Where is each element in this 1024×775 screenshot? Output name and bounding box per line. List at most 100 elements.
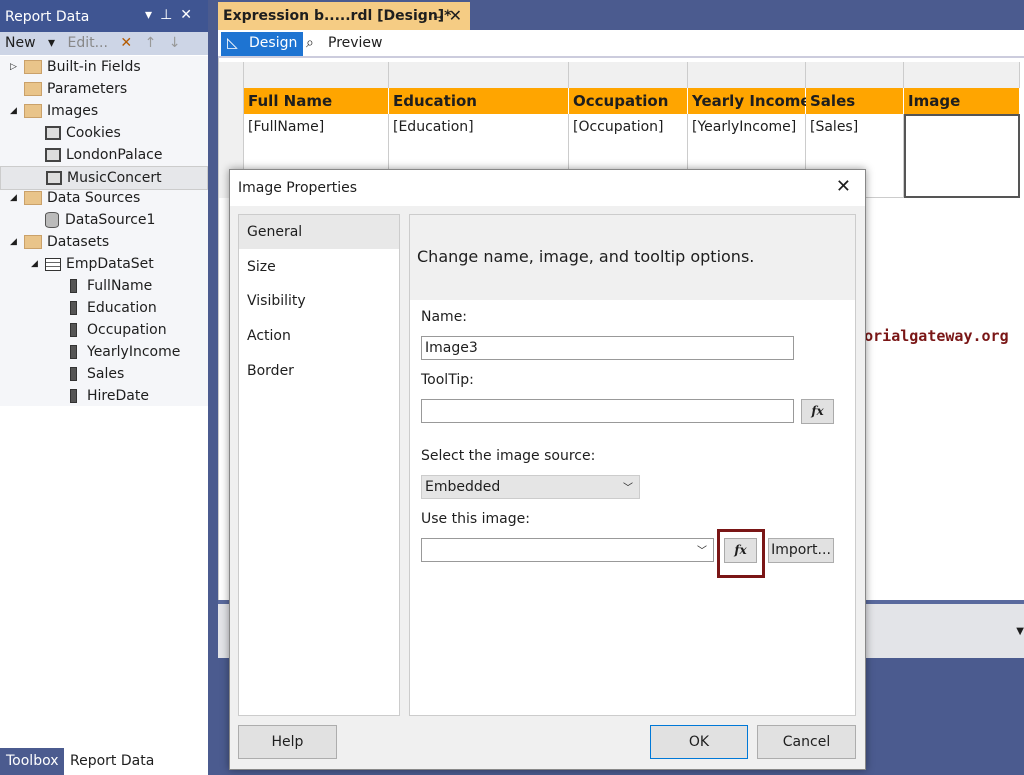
tooltip-expression-button[interactable]: fx	[801, 399, 834, 424]
new-button[interactable]: New ▾	[5, 35, 55, 51]
tree-item[interactable]: ◢ EmpDataSet	[31, 253, 154, 275]
tree-item-label: Datasets	[47, 234, 110, 251]
tree-item[interactable]: LondonPalace	[45, 144, 163, 166]
tab-preview[interactable]: ⌕ Preview	[300, 32, 389, 56]
tree-item[interactable]: DataSource1	[45, 209, 155, 231]
image-properties-dialog: Image Properties ✕ General Size Visibility A…	[229, 169, 866, 770]
tree-item[interactable]: FullName	[70, 275, 152, 297]
tree-item-label: MusicConcert	[67, 169, 162, 186]
column-handle[interactable]	[688, 62, 806, 88]
move-up-icon[interactable]: ↑	[145, 35, 157, 51]
panel-title-bar: Report Data ▾⊥✕	[0, 0, 208, 32]
header-cell[interactable]: Education	[389, 88, 569, 114]
folder-icon	[24, 235, 42, 250]
column-handle[interactable]	[806, 62, 904, 88]
move-down-icon[interactable]: ↓	[169, 35, 181, 51]
pin-icon[interactable]: ⊸	[433, 10, 443, 24]
report-data-panel: Report Data ▾⊥✕ New ▾ Edit... ✕ ↑ ↓ ▷ Buil…	[0, 0, 208, 775]
close-icon[interactable]: ✕	[836, 176, 851, 197]
header-cell[interactable]: Occupation	[569, 88, 688, 114]
folder-icon	[24, 81, 42, 96]
pane-header: Change name, image, and tooltip options.	[410, 215, 855, 300]
nav-item-visibility[interactable]: Visibility	[239, 284, 399, 318]
tree-item[interactable]: Sales	[70, 363, 124, 385]
cancel-button[interactable]: Cancel	[757, 725, 856, 759]
tab-report-data[interactable]: Report Data	[64, 748, 208, 775]
tree-item-label: YearlyIncome	[87, 343, 181, 360]
nav-item-size[interactable]: Size	[239, 250, 399, 284]
use-image-label: Use this image:	[421, 511, 530, 527]
tooltip-input[interactable]	[421, 399, 794, 423]
tree-item[interactable]: ◢ Data Sources	[10, 187, 140, 209]
tree-item-label: Education	[87, 299, 157, 316]
tree-item[interactable]: Occupation	[70, 319, 167, 341]
image-icon	[45, 147, 61, 162]
close-icon[interactable]: ✕	[180, 7, 200, 23]
panel-title: Report Data	[5, 9, 90, 25]
tree-item[interactable]: MusicConcert	[0, 165, 208, 190]
nav-item-border[interactable]: Border	[239, 354, 399, 388]
ok-button[interactable]: OK	[650, 725, 748, 759]
datasource-icon	[45, 212, 59, 229]
header-cell[interactable]: Full Name	[244, 88, 389, 114]
tree-item[interactable]: YearlyIncome	[70, 341, 180, 363]
tree-item[interactable]: Parameters	[24, 78, 127, 100]
close-tab-icon[interactable]: ✕	[449, 6, 462, 25]
source-label: Select the image source:	[421, 448, 596, 464]
header-cell[interactable]: Image	[904, 88, 1020, 114]
expander-icon[interactable]: ◢	[10, 193, 17, 203]
dropdown-icon[interactable]: ▾	[145, 7, 160, 23]
expander-icon[interactable]: ◢	[31, 259, 38, 269]
pin-icon[interactable]: ⊥	[160, 7, 180, 23]
tree-item[interactable]: HireDate	[70, 385, 149, 407]
column-handle[interactable]	[904, 62, 1020, 88]
tree-item-label: Images	[47, 102, 99, 119]
tree-item-label: DataSource1	[65, 212, 156, 229]
tree-item[interactable]: Cookies	[45, 122, 121, 144]
image-expression-button[interactable]: fx	[724, 538, 757, 563]
import-button[interactable]: Import...	[768, 538, 834, 563]
tree-item[interactable]: ◢ Datasets	[10, 231, 110, 253]
tree-item[interactable]: Education	[70, 297, 157, 319]
column-handle[interactable]	[569, 62, 688, 88]
nav-item-general[interactable]: General	[239, 215, 399, 249]
column-handle[interactable]	[389, 62, 569, 88]
folder-icon	[24, 60, 42, 74]
field-icon	[70, 279, 77, 293]
tree-item-label: Cookies	[66, 124, 121, 141]
tree-item[interactable]: ▷ Built-in Fields	[10, 56, 141, 78]
tree-item-label: HireDate	[87, 387, 149, 404]
chevron-down-icon: ﹀	[697, 546, 707, 557]
tab-toolbox[interactable]: Toolbox	[0, 748, 65, 775]
help-button[interactable]: Help	[238, 725, 337, 759]
tree-item-label: LondonPalace	[66, 146, 163, 163]
document-tab[interactable]: Expression b.....rdl [Design]* ⊸ ✕	[218, 2, 470, 30]
expander-icon[interactable]: ◢	[10, 106, 17, 116]
edit-button[interactable]: Edit...	[67, 35, 107, 51]
dialog-nav: General Size Visibility Action Border	[238, 214, 400, 716]
use-image-select[interactable]: ﹀	[421, 538, 714, 562]
folder-icon	[24, 103, 42, 118]
expander-icon[interactable]: ◢	[10, 237, 17, 247]
tree-item-label: FullName	[87, 278, 153, 294]
report-data-tree: ▷ Built-in Fields Parameters ◢ Images Cookies…	[0, 56, 208, 406]
expander-icon[interactable]: ▷	[10, 62, 17, 72]
image-source-select[interactable]: Embedded ﹀	[421, 475, 640, 499]
header-cell[interactable]: Yearly Income	[688, 88, 811, 114]
dropdown-icon[interactable]: ▼	[1016, 626, 1024, 637]
delete-icon[interactable]: ✕	[120, 35, 132, 51]
tree-item[interactable]: ◢ Images	[10, 100, 99, 122]
design-icon: ◺	[227, 35, 238, 51]
tree-item-label: Parameters	[47, 80, 128, 97]
nav-item-action[interactable]: Action	[239, 319, 399, 353]
name-input[interactable]: Image3	[421, 336, 794, 360]
column-handle[interactable]	[244, 62, 389, 88]
tooltip-label: ToolTip:	[421, 372, 474, 388]
header-cell[interactable]: Sales	[806, 88, 904, 114]
image-cell[interactable]	[904, 114, 1020, 198]
tab-design[interactable]: ◺ Design	[221, 32, 304, 56]
tree-item-label: Built-in Fields	[47, 59, 141, 75]
tree-item-label: Sales	[87, 365, 125, 382]
field-icon	[70, 366, 77, 381]
name-label: Name:	[421, 309, 468, 325]
